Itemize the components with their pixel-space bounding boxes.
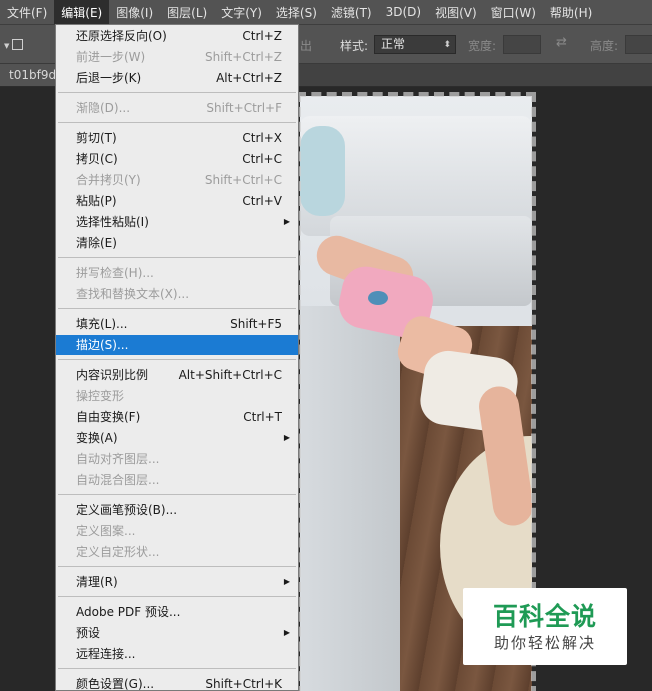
height-input[interactable] <box>625 35 652 54</box>
style-label: 样式: <box>340 39 369 53</box>
menu-item-clear[interactable]: 清除(E) <box>56 233 298 253</box>
tool-preset-picker[interactable]: ▼ <box>4 33 28 55</box>
menu-item-cut[interactable]: 剪切(T) Ctrl+X <box>56 128 298 148</box>
menu-item-step-forward[interactable]: 前进一步(W) Shift+Ctrl+Z <box>56 47 298 67</box>
submenu-arrow-icon: ▶ <box>283 217 290 226</box>
menu-edit[interactable]: 编辑(E) <box>54 0 110 24</box>
menu-item-step-back[interactable]: 后退一步(K) Alt+Ctrl+Z <box>56 68 298 88</box>
menu-item-spell-check[interactable]: 拼写检查(H)... <box>56 263 298 283</box>
submenu-arrow-icon: ▶ <box>283 628 290 637</box>
menu-item-define-pattern[interactable]: 定义图案... <box>56 521 298 541</box>
menu-item-copy-merged[interactable]: 合并拷贝(Y) Shift+Ctrl+C <box>56 170 298 190</box>
menu-item-define-brush[interactable]: 定义画笔预设(B)... <box>56 500 298 520</box>
watermark-logo: 百科全说 助你轻松解决 <box>463 588 627 665</box>
edit-menu-dropdown: 还原选择反向(O) Ctrl+Z 前进一步(W) Shift+Ctrl+Z 后退… <box>55 24 299 691</box>
menu-3d[interactable]: 3D(D) <box>379 0 428 24</box>
menu-item-free-transform[interactable]: 自由变换(F) Ctrl+T <box>56 407 298 427</box>
refine-edge-label[interactable]: 出 <box>300 37 312 54</box>
menu-item-stroke[interactable]: 描边(S)... <box>56 335 298 355</box>
menu-layer[interactable]: 图层(L) <box>160 0 214 24</box>
menu-separator <box>58 122 296 123</box>
menu-item-pdf-presets[interactable]: Adobe PDF 预设... <box>56 602 298 622</box>
photoshop-window: 文件(F) 编辑(E) 图像(I) 图层(L) 文字(Y) 选择(S) 滤镜(T… <box>0 0 652 691</box>
menu-separator <box>58 257 296 258</box>
swap-icon[interactable]: ⇄ <box>556 35 567 50</box>
style-select[interactable]: 正常 ⬍ <box>374 35 456 54</box>
marquee-tool-icon <box>11 38 23 50</box>
menu-file[interactable]: 文件(F) <box>0 0 54 24</box>
menu-separator <box>58 668 296 669</box>
menu-item-content-aware-scale[interactable]: 内容识别比例 Alt+Shift+Ctrl+C <box>56 365 298 385</box>
menu-item-paste-special[interactable]: 选择性粘贴(I) ▶ <box>56 212 298 232</box>
width-input[interactable] <box>503 35 541 54</box>
style-select-value: 正常 <box>381 37 406 51</box>
menu-item-auto-align[interactable]: 自动对齐图层... <box>56 449 298 469</box>
menu-item-find-replace[interactable]: 查找和替换文本(X)... <box>56 284 298 304</box>
menu-item-define-shape[interactable]: 定义自定形状... <box>56 542 298 562</box>
watermark-subtitle: 助你轻松解决 <box>493 633 596 652</box>
menu-separator <box>58 566 296 567</box>
menu-separator <box>58 494 296 495</box>
menu-item-puppet-warp[interactable]: 操控变形 <box>56 386 298 406</box>
menu-window[interactable]: 窗口(W) <box>484 0 543 24</box>
menu-filter[interactable]: 滤镜(T) <box>324 0 379 24</box>
document-tab[interactable]: t01bf9d <box>0 64 60 86</box>
menu-item-fade[interactable]: 渐隐(D)... Shift+Ctrl+F <box>56 98 298 118</box>
submenu-arrow-icon: ▶ <box>283 577 290 586</box>
menu-item-remote-connections[interactable]: 远程连接... <box>56 644 298 664</box>
menu-separator <box>58 596 296 597</box>
menu-item-purge[interactable]: 清理(R) ▶ <box>56 572 298 592</box>
menu-help[interactable]: 帮助(H) <box>543 0 599 24</box>
menu-image[interactable]: 图像(I) <box>109 0 160 24</box>
menu-select[interactable]: 选择(S) <box>269 0 324 24</box>
menu-view[interactable]: 视图(V) <box>428 0 484 24</box>
submenu-arrow-icon: ▶ <box>283 433 290 442</box>
menu-item-transform[interactable]: 变换(A) ▶ <box>56 428 298 448</box>
menu-item-auto-blend[interactable]: 自动混合图层... <box>56 470 298 490</box>
menu-item-fill[interactable]: 填充(L)... Shift+F5 <box>56 314 298 334</box>
menu-separator <box>58 359 296 360</box>
menu-item-presets[interactable]: 预设 ▶ <box>56 623 298 643</box>
menu-bar: 文件(F) 编辑(E) 图像(I) 图层(L) 文字(Y) 选择(S) 滤镜(T… <box>0 0 652 25</box>
menu-separator <box>58 308 296 309</box>
chevron-down-icon: ▼ <box>4 42 10 50</box>
updown-arrows-icon: ⬍ <box>443 40 451 50</box>
watermark-title: 百科全说 <box>492 601 597 631</box>
menu-item-color-settings[interactable]: 颜色设置(G)... Shift+Ctrl+K <box>56 674 298 690</box>
menu-item-paste[interactable]: 粘贴(P) Ctrl+V <box>56 191 298 211</box>
menu-separator <box>58 92 296 93</box>
menu-type[interactable]: 文字(Y) <box>214 0 269 24</box>
width-label: 宽度: <box>468 39 497 53</box>
menu-item-copy[interactable]: 拷贝(C) Ctrl+C <box>56 149 298 169</box>
height-label: 高度: <box>590 39 619 53</box>
menu-item-undo[interactable]: 还原选择反向(O) Ctrl+Z <box>56 26 298 46</box>
